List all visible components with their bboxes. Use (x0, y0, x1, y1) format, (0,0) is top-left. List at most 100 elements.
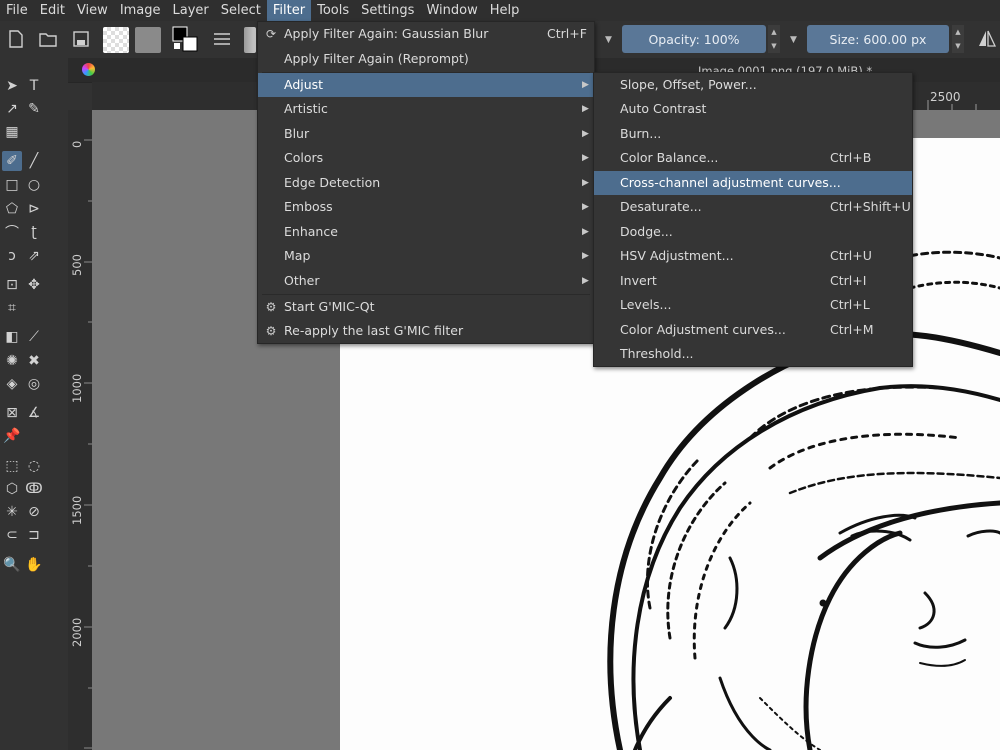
freehand-brush-tool-icon[interactable]: ✐ (2, 151, 22, 171)
start-gmic-item[interactable]: ⚙ Start G'MIC-Qt (258, 295, 594, 319)
similar-select-tool-icon[interactable]: ⊘ (24, 502, 44, 522)
gradient-swatch[interactable] (135, 27, 161, 53)
menu-edit[interactable]: Edit (34, 0, 71, 21)
filter-category-other[interactable]: Other ▶ (258, 269, 594, 293)
adjust-item-hsv-adjustment[interactable]: HSV Adjustment... Ctrl+U (594, 244, 912, 268)
opacity-stepper[interactable]: ▲ ▼ (768, 25, 780, 53)
adjust-item-dodge[interactable]: Dodge... (594, 220, 912, 244)
adjust-item-color-balance[interactable]: Color Balance... Ctrl+B (594, 146, 912, 170)
reference-tool-icon[interactable]: 📌 (2, 426, 22, 446)
size-stepper[interactable]: ▲ ▼ (952, 25, 964, 53)
bezier-tool-icon[interactable]: ⌒ (2, 222, 22, 242)
rect-select-tool-icon[interactable]: ⬚ (2, 456, 22, 476)
magnetic-select-tool-icon[interactable]: ⊐ (24, 525, 44, 545)
text-tool-icon[interactable]: T (24, 76, 44, 96)
ellipse-tool-icon[interactable]: ○ (24, 175, 44, 195)
edit-shapes-tool-icon[interactable]: ↗ (2, 99, 22, 119)
gradient-tool-icon[interactable]: ◧ (2, 327, 22, 347)
polyline-tool-icon[interactable]: ⊳ (24, 199, 44, 219)
submenu-arrow-icon: ▶ (582, 153, 589, 163)
filter-category-enhance[interactable]: Enhance ▶ (258, 220, 594, 244)
smart-patch-tool-icon[interactable]: ✺ (2, 351, 22, 371)
new-document-icon[interactable] (6, 29, 26, 49)
adjust-item-burn[interactable]: Burn... (594, 122, 912, 146)
menu-window[interactable]: Window (420, 0, 483, 21)
open-folder-icon[interactable] (38, 29, 58, 49)
refresh-filter-icon: ⟳ (265, 27, 277, 41)
filter-category-colors[interactable]: Colors ▶ (258, 146, 594, 170)
adjust-item-auto-contrast[interactable]: Auto Contrast (594, 97, 912, 121)
enclose-fill-tool-icon[interactable]: ◎ (24, 374, 44, 394)
polygon-tool-icon[interactable]: ⬠ (2, 199, 22, 219)
reapply-gmic-item[interactable]: ⚙ Re-apply the last G'MIC filter (258, 319, 594, 343)
transform-tool-icon[interactable]: ⊡ (2, 275, 22, 295)
filter-category-artistic[interactable]: Artistic ▶ (258, 97, 594, 121)
fill-tool-icon[interactable]: ◈ (2, 374, 22, 394)
apply-filter-again-shortcut: Ctrl+F (547, 26, 587, 41)
category-label: Blur (284, 126, 310, 141)
filter-category-blur[interactable]: Blur ▶ (258, 122, 594, 146)
assistant-editor-tool-icon[interactable]: ⊠ (2, 403, 22, 423)
dynamic-brush-tool-icon[interactable]: ↄ (2, 246, 22, 266)
vertical-ruler-ticks (84, 139, 92, 749)
submenu-arrow-icon: ▶ (582, 251, 589, 261)
menu-settings[interactable]: Settings (355, 0, 420, 21)
filter-category-edge-detection[interactable]: Edge Detection ▶ (258, 171, 594, 195)
rectangle-tool-icon[interactable]: □ (2, 175, 22, 195)
assistant-tool-icon[interactable]: ▦ (2, 122, 22, 142)
measure-tool-icon[interactable]: ∡ (24, 403, 44, 423)
menu-image[interactable]: Image (114, 0, 167, 21)
h-ruler-label: 2500 (930, 90, 961, 104)
apply-filter-again-item[interactable]: ⟳ Apply Filter Again: Gaussian Blur Ctrl… (258, 22, 594, 46)
filter-category-emboss[interactable]: Emboss ▶ (258, 195, 594, 219)
adjust-item-color-adjustment-curves[interactable]: Color Adjustment curves... Ctrl+M (594, 318, 912, 342)
adjust-item-invert[interactable]: Invert Ctrl+I (594, 269, 912, 293)
bezier-select-tool-icon[interactable]: ⊂ (2, 525, 22, 545)
adjust-item-cross-channel-curves[interactable]: Cross-channel adjustment curves... (594, 171, 912, 195)
apply-filter-again-label: Apply Filter Again: Gaussian Blur (284, 26, 489, 41)
pattern-edit-tool-icon[interactable]: ✖ (24, 351, 44, 371)
brush-presets-icon[interactable] (212, 29, 232, 49)
filter-category-adjust[interactable]: Adjust ▶ (258, 73, 594, 97)
menu-select[interactable]: Select (215, 0, 267, 21)
multibrush-tool-icon[interactable]: ⇗ (24, 246, 44, 266)
line-tool-icon[interactable]: ╱ (24, 151, 44, 171)
menu-file[interactable]: File (0, 0, 34, 21)
menu-filter[interactable]: Filter (266, 0, 312, 21)
menu-view[interactable]: View (71, 0, 114, 21)
adjust-item-levels[interactable]: Levels... Ctrl+L (594, 293, 912, 317)
filter-menu: ⟳ Apply Filter Again: Gaussian Blur Ctrl… (257, 21, 595, 344)
pattern-swatch[interactable] (103, 27, 129, 53)
save-icon[interactable] (71, 29, 91, 49)
select-shapes-tool-icon[interactable]: ➤ (2, 76, 22, 96)
crop-tool-icon[interactable]: ⌗ (2, 298, 22, 318)
adjust-item-slope-offset-power[interactable]: Slope, Offset, Power... (594, 73, 912, 97)
menu-tools[interactable]: Tools (311, 0, 355, 21)
adjust-item-desaturate[interactable]: Desaturate... Ctrl+Shift+U (594, 195, 912, 219)
filter-category-map[interactable]: Map ▶ (258, 244, 594, 268)
brush-preview[interactable] (244, 27, 256, 53)
gmic-icon: ⚙ (265, 324, 277, 338)
polygon-select-tool-icon[interactable]: ⬡ (2, 479, 22, 499)
apply-filter-again-reprompt-item[interactable]: Apply Filter Again (Reprompt) (258, 47, 594, 71)
color-picker-tool-icon[interactable]: ⟋ (24, 327, 44, 347)
calligraphy-tool-icon[interactable]: ✎ (24, 99, 44, 119)
zoom-tool-icon[interactable]: 🔍 (2, 555, 22, 575)
freehand-select-tool-icon[interactable]: ↂ (24, 479, 44, 499)
move-tool-icon[interactable]: ✥ (24, 275, 44, 295)
mirror-icon[interactable] (976, 29, 998, 49)
blend-mode-dropdown-icon[interactable]: ▼ (605, 35, 612, 45)
submenu-arrow-icon: ▶ (582, 276, 589, 286)
menu-layer[interactable]: Layer (167, 0, 215, 21)
adjust-item-label: Color Balance... (620, 150, 719, 165)
opacity-dropdown-icon[interactable]: ▼ (790, 35, 797, 45)
size-spinbox[interactable]: Size: 600.00 px (807, 25, 949, 53)
adjust-item-threshold[interactable]: Threshold... (594, 342, 912, 366)
contiguous-select-tool-icon[interactable]: ✳ (2, 502, 22, 522)
menu-help[interactable]: Help (484, 0, 526, 21)
fg-bg-color-icon[interactable] (172, 26, 198, 52)
freehand-path-tool-icon[interactable]: ʈ (24, 222, 44, 242)
opacity-spinbox[interactable]: Opacity: 100% (622, 25, 766, 53)
pan-tool-icon[interactable]: ✋ (24, 555, 44, 575)
ellipse-select-tool-icon[interactable]: ◌ (24, 456, 44, 476)
